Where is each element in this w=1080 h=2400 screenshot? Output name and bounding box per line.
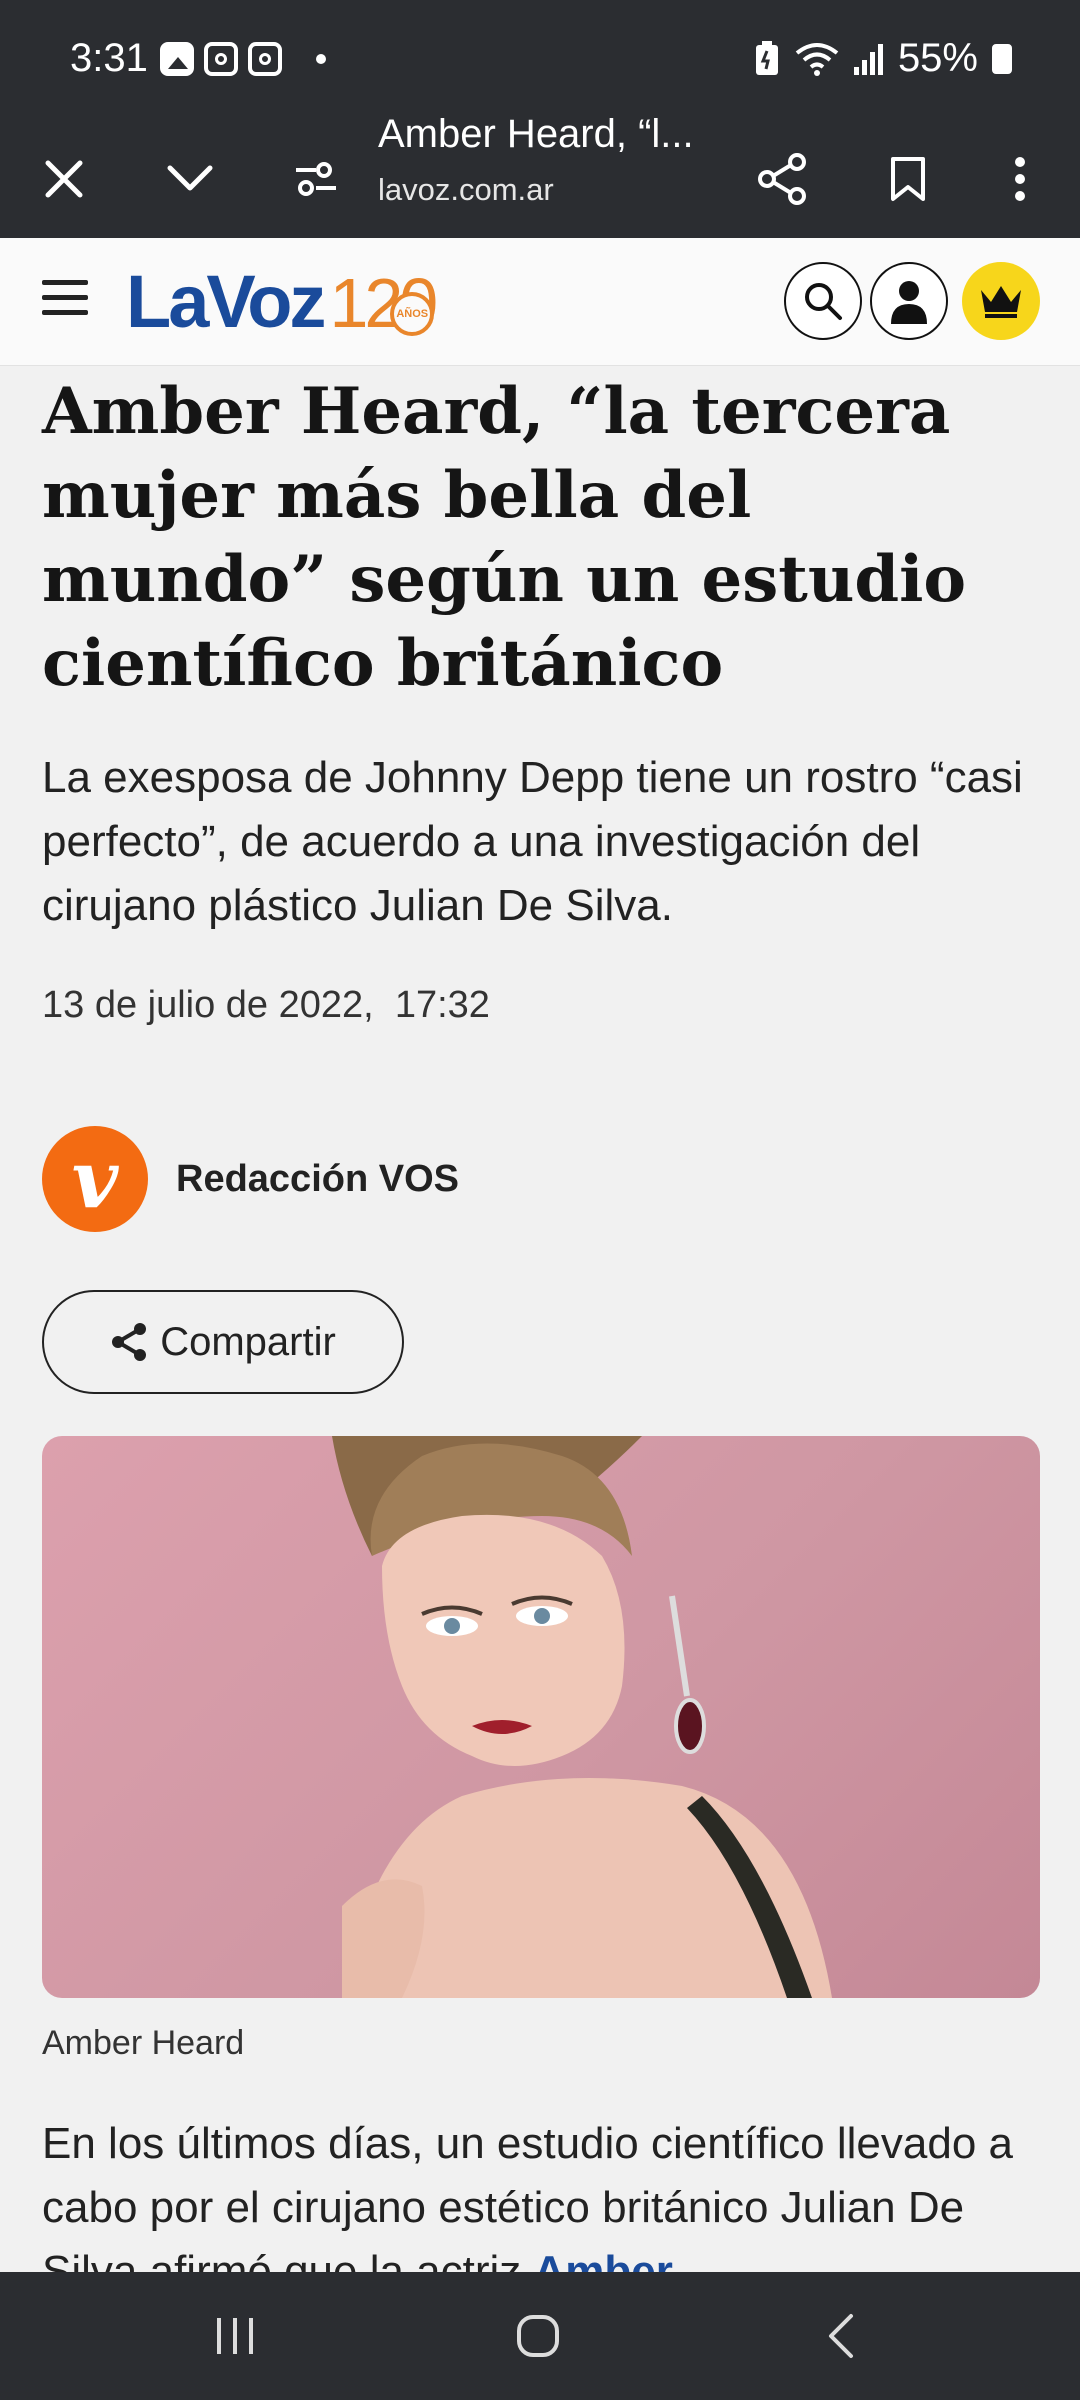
chevron-down-icon	[167, 165, 213, 191]
close-tab-button[interactable]	[24, 120, 104, 238]
home-button[interactable]	[468, 2272, 608, 2400]
recent-apps-icon	[217, 2318, 253, 2354]
share-icon	[758, 153, 806, 205]
browser-url[interactable]: lavoz.com.ar	[378, 172, 554, 208]
share-article-button[interactable]: Compartir	[42, 1290, 404, 1394]
more-options-button[interactable]	[980, 120, 1060, 238]
portrait-illustration	[332, 1436, 832, 1998]
battery-percentage: 55%	[897, 36, 978, 80]
article-subtitle: La exesposa de Johnny Depp tiene un rost…	[42, 753, 1023, 930]
instagram-notification-icon	[204, 42, 238, 76]
logo-anos-badge: AÑOS	[390, 292, 435, 336]
gallery-notification-icon	[160, 42, 194, 76]
article-headline: Amber Heard, “la tercera mujer más bella…	[42, 374, 967, 701]
back-icon	[829, 2314, 853, 2358]
tune-icon	[296, 162, 336, 196]
status-bar: 3:31 55%	[0, 0, 1080, 120]
article-photo[interactable]	[42, 1436, 1040, 1998]
battery-saver-icon	[755, 40, 778, 75]
body-paragraph: En los últimos días, un estudio científi…	[42, 2119, 1013, 2272]
share-page-button[interactable]	[742, 120, 822, 238]
signal-icon	[853, 43, 883, 75]
search-icon	[805, 283, 842, 320]
menu-icon-bar	[42, 295, 88, 300]
share-label: Compartir	[160, 1319, 336, 1364]
instagram-notification-icon	[248, 42, 282, 76]
minimize-tab-button[interactable]	[150, 120, 230, 238]
premium-button[interactable]	[962, 262, 1040, 340]
search-button[interactable]	[784, 262, 862, 340]
bookmark-icon	[891, 157, 925, 201]
amber-heard-link[interactable]: Amber	[534, 2247, 673, 2272]
photo-caption: Amber Heard	[42, 2024, 245, 2062]
notification-icons	[160, 42, 326, 76]
author-avatar: v	[42, 1126, 148, 1232]
system-navigation-bar	[0, 2272, 1080, 2400]
menu-icon	[42, 280, 88, 285]
site-logo[interactable]: LaVoz 120 AÑOS	[126, 260, 438, 344]
article-body: En los últimos días, un estudio científi…	[42, 2112, 1042, 2272]
bookmark-button[interactable]	[868, 120, 948, 238]
article-date: 13 de julio de 2022, 17:32	[42, 984, 490, 1026]
system-status: 55%	[754, 36, 1012, 81]
back-button[interactable]	[770, 2272, 910, 2400]
close-icon	[45, 160, 83, 198]
share-icon	[112, 1323, 147, 1361]
more-vert-icon	[1015, 157, 1025, 201]
menu-icon-bar	[42, 310, 88, 315]
user-icon	[891, 281, 927, 324]
logo-text: LaVoz	[126, 260, 326, 343]
wifi-icon	[795, 42, 839, 76]
recent-apps-button[interactable]	[165, 2272, 305, 2400]
more-notifications-dot	[316, 54, 326, 64]
menu-button[interactable]	[42, 278, 88, 318]
battery-icon	[992, 43, 1012, 74]
site-header: LaVoz 120 AÑOS	[0, 238, 1080, 366]
crown-icon	[981, 286, 1021, 318]
status-time: 3:31	[70, 36, 148, 80]
browser-page-title[interactable]: Amber Heard, “l...	[378, 112, 694, 157]
author-name[interactable]: Redacción VOS	[176, 1158, 459, 1201]
account-button[interactable]	[870, 262, 948, 340]
site-settings-button[interactable]	[276, 120, 356, 238]
home-icon	[517, 2315, 559, 2357]
author-byline[interactable]: v Redacción VOS	[42, 1126, 459, 1232]
